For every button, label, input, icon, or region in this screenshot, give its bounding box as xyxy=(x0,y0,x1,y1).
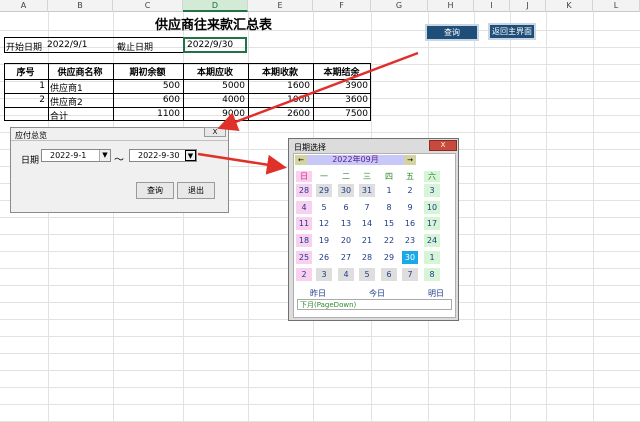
arrow-to-filter-dialog xyxy=(217,51,419,132)
annotation-arrows xyxy=(197,51,419,175)
arrow-to-calendar xyxy=(197,152,287,175)
